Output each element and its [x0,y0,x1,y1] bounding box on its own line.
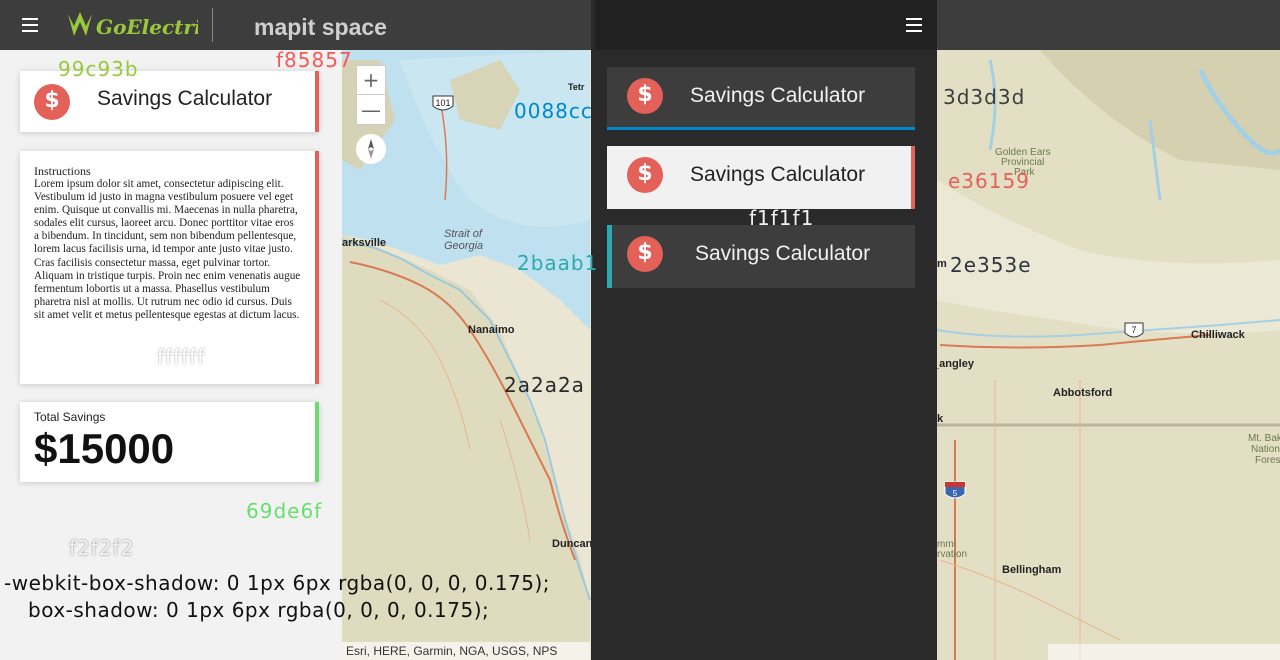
mapit-space-logo: mapit space [254,14,387,40]
svg-text:5: 5 [953,489,958,498]
color-annotation-blue: 0088cc [514,99,593,123]
dark-menu-button[interactable] [895,13,933,37]
instructions-body: Lorem ipsum dolor sit amet, consectetur … [34,178,301,321]
savings-calculator-card-light[interactable]: $ Savings Calculator [607,146,915,209]
color-annotation-white: ffffff [157,345,206,369]
dollar-icon: $ [627,157,663,193]
total-savings-label: Total Savings [34,410,106,424]
color-annotation-dark-grey: 3d3d3d [943,85,1026,109]
color-annotation-light: f1f1f1 [749,206,815,230]
color-annotation-red: e36159 [948,169,1030,193]
box-shadow-note-line1: -webkit-box-shadow: 0 1px 6px rgba(0, 0,… [4,571,551,595]
savings-calculator-card-active[interactable]: $ Savings Calculator [607,67,915,130]
box-shadow-note-line2: box-shadow: 0 1px 6px rgba(0, 0, 0, 0.17… [28,598,490,622]
color-annotation-green: 99c93b [58,57,139,81]
map-label-chilliwack: Chilliwack [1191,329,1246,341]
card-label: Savings Calculator [695,242,871,265]
map-label-duncan: Duncan [552,538,593,550]
highway-7-shield: 7 [1124,322,1144,338]
zoom-in-button[interactable]: + [357,66,385,95]
map-label-mt-baker: Mt. Bak [1248,433,1280,444]
map-label-strait: Strait of [444,228,483,240]
instructions-heading: Instructions [34,164,91,178]
map-label-nanaimo: Nanaimo [468,324,515,336]
dollar-icon: $ [627,236,663,272]
map-attribution: Esri, HERE, Garmin, NGA, USGS, NPS [342,642,590,660]
map-label-abbotsford: Abbotsford [1053,387,1112,399]
dark-panel: $ Savings Calculator $ Savings Calculato… [591,0,937,660]
map-label-forest: Fores [1255,455,1280,466]
box-shadow-note: -webkit-box-shadow: 0 1px 6px rgba(0, 0,… [4,570,550,624]
map-label-tetr: Tetr [568,82,585,92]
color-annotation-panel-dark: 2a2a2a [504,373,585,397]
savings-calculator-card-teal[interactable]: $ Savings Calculator [607,225,915,288]
card-label: Savings Calculator [690,84,866,107]
logo-divider [212,8,213,42]
hamburger-icon [22,18,38,20]
hamburger-icon [906,18,922,20]
color-annotation-green-bright: 69de6f [246,499,323,523]
hamburger-icon-bar [906,30,922,32]
map-label-m: m [937,258,947,270]
svg-text:7: 7 [1131,325,1136,335]
total-savings-card: Total Savings $15000 [20,402,319,482]
zoom-out-button[interactable]: — [357,96,385,125]
menu-button[interactable] [14,13,46,37]
goelectric-logo: GoElectric [68,12,198,39]
map-label-k: k [937,413,944,425]
hamburger-icon-bar [22,24,38,26]
dollar-icon: $ [627,78,663,114]
dark-panel-header [595,0,937,50]
dollar-icon: $ [34,84,70,120]
svg-text:mapit space: mapit space [254,14,387,40]
map-label-nation: Nation [1251,444,1280,455]
total-savings-value: $15000 [34,425,175,472]
svg-text:GoElectric: GoElectric [96,15,198,39]
map-label-langley: _angley [932,358,975,370]
map-label-bellingham: Bellingham [1002,564,1062,576]
map-attribution-bg [1048,644,1280,660]
compass-button[interactable] [356,134,386,164]
color-annotation-navy: 2e353e [950,253,1032,277]
color-annotation-teal: 2baab1 [517,251,599,275]
zoom-control: + — [356,65,386,125]
card-title: Savings Calculator [97,87,273,110]
compass-icon [368,139,374,159]
hamburger-icon-bar [22,30,38,32]
card-label: Savings Calculator [690,163,866,186]
highway-101-shield: 101 [432,95,454,111]
svg-text:101: 101 [435,98,450,108]
map-label-georgia: Georgia [444,240,483,252]
color-annotation-red-top: f85857 [276,48,353,72]
map-label-parksville: arksville [342,237,386,249]
highway-5-shield: 5 [944,481,966,499]
color-annotation-bg: f2f2f2 [69,536,135,560]
map-label-reservation: rvation [937,549,967,560]
hamburger-icon-bar [906,24,922,26]
